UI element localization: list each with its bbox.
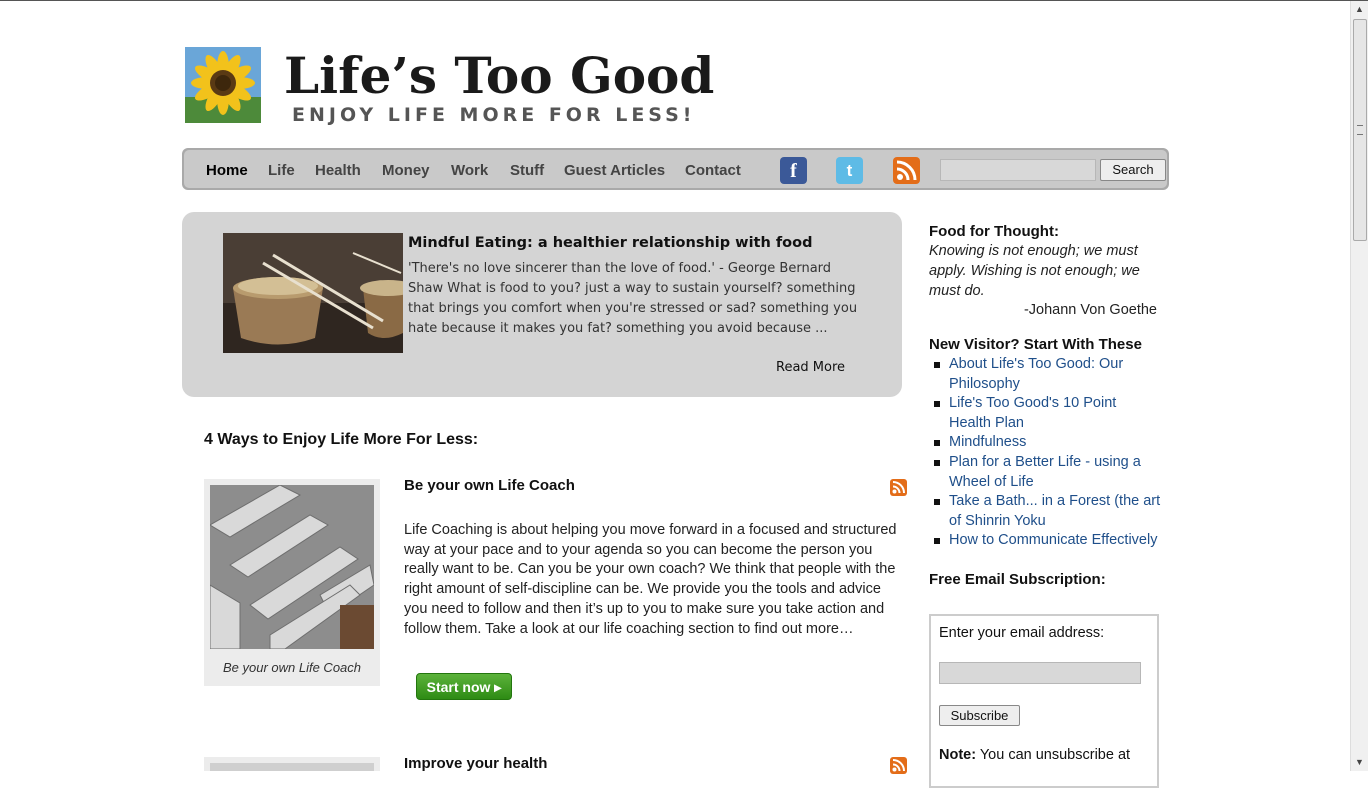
new-visitor-heading: New Visitor? Start With These [929, 336, 1142, 353]
sidebar-link-wheel-of-life[interactable]: Plan for a Better Life - using a Wheel o… [929, 453, 1161, 492]
sidebar-link-shinrin-yoku[interactable]: Take a Bath... in a Forest (the art of S… [929, 492, 1161, 531]
featured-excerpt: 'There's no love sincerer than the love … [408, 261, 858, 336]
search-button[interactable]: Search [1100, 159, 1166, 181]
nav-guest-articles[interactable]: Guest Articles [564, 162, 665, 179]
sidebar-link-health-plan[interactable]: Life's Too Good's 10 Point Health Plan [929, 394, 1161, 433]
sidebar: Food for Thought: Knowing is not enough;… [929, 223, 1161, 788]
quote-text: Knowing is not enough; we must apply. Wi… [929, 243, 1140, 299]
sunflower-icon [185, 47, 261, 123]
sunflower-logo-image[interactable] [185, 47, 261, 123]
scroll-down-arrow-icon[interactable]: ▼ [1351, 754, 1368, 771]
read-more-link[interactable]: Read More [776, 360, 845, 375]
scroll-thumb[interactable] [1353, 19, 1367, 241]
subscribe-button[interactable]: Subscribe [939, 705, 1020, 726]
twitter-icon[interactable]: t [836, 157, 863, 184]
nav-stuff[interactable]: Stuff [510, 162, 544, 179]
new-visitor-links: About Life's Too Good: Our Philosophy Li… [929, 355, 1161, 551]
unsubscribe-note: Note: You can unsubscribe at [939, 747, 1131, 763]
site-tagline: ENJOY LIFE MORE FOR LESS! [292, 104, 696, 126]
article-caption: Be your own Life Coach [222, 660, 362, 675]
article-body: Life Coaching is about helping you move … [404, 522, 897, 637]
article-rss-icon[interactable] [890, 757, 907, 774]
article-improve-health: Improve your health [204, 755, 910, 774]
sidebar-link-mindfulness[interactable]: Mindfulness [929, 433, 1161, 453]
article-rss-icon[interactable] [890, 479, 907, 496]
email-heading: Free Email Subscription: [929, 570, 1106, 588]
featured-title-link[interactable]: Mindful Eating: a healthier relationship… [408, 235, 812, 251]
rss-icon[interactable] [893, 157, 920, 184]
article-life-coach: Be your own Life Coach Be your own Life … [204, 477, 910, 709]
nav-contact[interactable]: Contact [685, 162, 741, 179]
scroll-up-arrow-icon[interactable]: ▲ [1351, 1, 1368, 18]
nav-work[interactable]: Work [451, 162, 488, 179]
nav-money[interactable]: Money [382, 162, 430, 179]
article-thumbnail-box [204, 757, 380, 771]
featured-post: Mindful Eating: a healthier relationship… [182, 212, 902, 397]
site-header: Life’s Too Good ENJOY LIFE MORE FOR LESS… [184, 46, 1164, 136]
section-heading: 4 Ways to Enjoy Life More For Less: [204, 431, 479, 448]
quote-heading: Food for Thought: [929, 223, 1059, 240]
nav-life[interactable]: Life [268, 162, 295, 179]
maze-image[interactable] [210, 485, 374, 649]
email-label: Enter your email address: [939, 625, 1105, 641]
sidebar-link-philosophy[interactable]: About Life's Too Good: Our Philosophy [929, 355, 1161, 394]
start-now-button[interactable]: Start now ▸ [416, 673, 512, 700]
site-title[interactable]: Life’s Too Good [284, 46, 714, 105]
nav-health[interactable]: Health [315, 162, 361, 179]
vertical-scrollbar[interactable]: ▲ ▼ [1350, 1, 1368, 771]
sidebar-link-communicate[interactable]: How to Communicate Effectively [929, 531, 1161, 551]
article-thumbnail-box: Be your own Life Coach [204, 479, 380, 686]
facebook-icon[interactable]: f [780, 157, 807, 184]
email-input[interactable] [939, 662, 1141, 684]
featured-image-rice-bowl[interactable] [223, 233, 403, 353]
article-title[interactable]: Be your own Life Coach [404, 477, 575, 494]
quote-author: -Johann Von Goethe [1023, 302, 1157, 318]
search-input[interactable] [940, 159, 1096, 181]
header-background-graphic [764, 36, 1164, 136]
article-title[interactable]: Improve your health [404, 755, 547, 772]
main-nav: Home Life Health Money Work Stuff Guest … [182, 148, 1169, 190]
email-subscription-box: Enter your email address: Subscribe Note… [929, 614, 1159, 788]
nav-home[interactable]: Home [206, 162, 248, 179]
